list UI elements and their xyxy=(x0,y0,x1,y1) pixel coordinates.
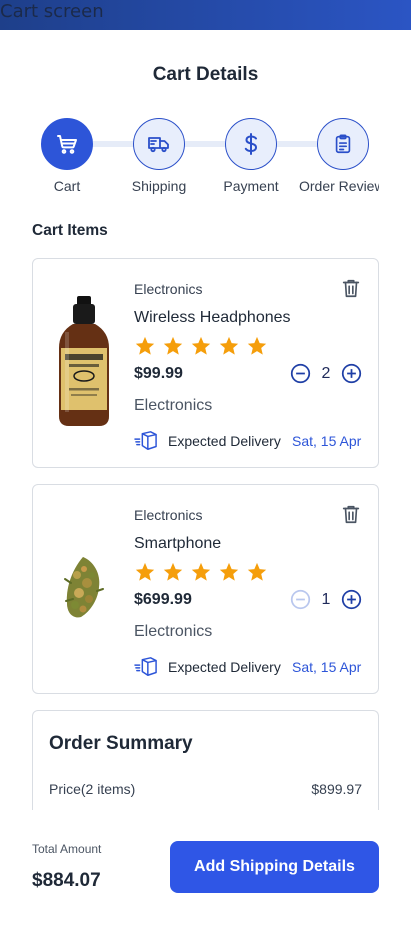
product-sub-category: Electronics xyxy=(134,623,213,640)
delivery-label: Expected Delivery xyxy=(168,433,281,449)
cannabis-bud-image xyxy=(64,557,104,618)
step-label-shipping: Shipping xyxy=(131,178,187,194)
top-bar: Cart screen xyxy=(0,0,411,30)
product-price: $99.99 xyxy=(134,365,183,382)
star-icon xyxy=(247,562,267,581)
trash-icon[interactable] xyxy=(340,503,362,525)
summary-row-price: Price(2 items) $899.97 xyxy=(49,781,362,797)
delivery-info: Expected Delivery Sat, 15 Apr xyxy=(134,655,364,679)
oil-bottle-image xyxy=(59,296,109,426)
product-name[interactable]: Wireless Headphones xyxy=(134,309,291,327)
package-delivery-icon xyxy=(134,431,157,450)
summary-row-label: Price(2 items) xyxy=(49,781,136,797)
step-order-review[interactable]: Order Review xyxy=(293,118,379,194)
star-icon xyxy=(163,336,183,355)
star-icon xyxy=(163,562,183,581)
product-image xyxy=(49,287,119,437)
clipboard-icon xyxy=(335,134,351,154)
delivery-info: Expected Delivery Sat, 15 Apr xyxy=(134,429,364,453)
product-name[interactable]: Smartphone xyxy=(134,535,221,553)
star-icon xyxy=(219,562,239,581)
page-title: Cart Details xyxy=(152,64,259,85)
total-amount-value: $884.07 xyxy=(32,870,101,891)
star-icon xyxy=(135,562,155,581)
order-summary-title: Order Summary xyxy=(49,733,193,754)
minus-circle-icon[interactable] xyxy=(290,589,311,610)
minus-circle-icon[interactable] xyxy=(290,363,311,384)
step-circle-cart[interactable] xyxy=(41,118,93,170)
product-category: Electronics xyxy=(134,507,203,523)
step-label-cart: Cart xyxy=(53,178,81,194)
step-shipping[interactable]: Shipping xyxy=(109,118,209,194)
rating-stars xyxy=(134,561,268,583)
add-shipping-details-button[interactable]: Add Shipping Details xyxy=(170,841,379,893)
star-icon xyxy=(191,562,211,581)
star-icon xyxy=(135,336,155,355)
step-label-order-review: Order Review xyxy=(299,178,379,194)
quantity-stepper: 1 xyxy=(290,589,362,610)
delivery-date: Sat, 15 Apr xyxy=(292,433,362,449)
step-label-payment: Payment xyxy=(223,178,279,194)
plus-circle-icon[interactable] xyxy=(341,363,362,384)
checkout-stepper: Cart Shipping Payment Order Review xyxy=(0,118,411,198)
dollar-icon xyxy=(244,133,257,155)
product-sub-category: Electronics xyxy=(134,397,213,414)
checkout-footer: Total Amount $884.07 Add Shipping Detail… xyxy=(0,810,411,926)
star-icon xyxy=(247,336,267,355)
plus-circle-icon[interactable] xyxy=(341,589,362,610)
star-icon xyxy=(191,336,211,355)
cart-item-card: Electronics Smartphone $699.99 1 Electro… xyxy=(32,484,379,694)
product-price: $699.99 xyxy=(134,591,192,608)
quantity-value: 1 xyxy=(321,590,331,608)
truck-icon xyxy=(148,137,169,153)
product-category: Electronics xyxy=(134,281,203,297)
summary-row-value: $899.97 xyxy=(311,781,362,797)
delivery-date: Sat, 15 Apr xyxy=(292,659,362,675)
cart-items-title: Cart Items xyxy=(32,222,108,239)
order-summary-card: Order Summary Price(2 items) $899.97 xyxy=(32,710,379,810)
trash-icon[interactable] xyxy=(340,277,362,299)
rating-stars xyxy=(134,335,268,357)
package-delivery-icon xyxy=(134,657,157,676)
total-amount-label: Total Amount xyxy=(32,842,102,856)
delivery-label: Expected Delivery xyxy=(168,659,281,675)
star-icon xyxy=(219,336,239,355)
cart-icon xyxy=(57,135,77,154)
step-cart[interactable]: Cart xyxy=(17,118,117,194)
product-image xyxy=(49,513,119,663)
window-title: Cart screen xyxy=(0,1,104,22)
quantity-value: 2 xyxy=(321,364,331,382)
step-payment[interactable]: Payment xyxy=(201,118,301,194)
step-circle-shipping[interactable] xyxy=(133,118,185,170)
step-circle-payment[interactable] xyxy=(225,118,277,170)
cart-item-card: Electronics Wireless Headphones $99.99 2… xyxy=(32,258,379,468)
quantity-stepper: 2 xyxy=(290,363,362,384)
step-circle-order-review[interactable] xyxy=(317,118,369,170)
